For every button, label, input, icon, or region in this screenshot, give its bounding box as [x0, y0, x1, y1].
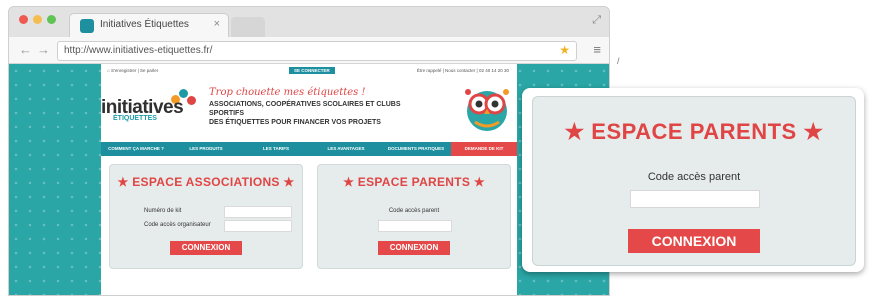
contact-links[interactable]: Être rappelé | Nous contacter | 02 40 14…: [417, 68, 509, 73]
browser-toolbar: ← → http://www.initiatives-etiquettes.fr…: [9, 37, 609, 64]
menu-icon[interactable]: ≡: [593, 42, 601, 57]
site-page: ⌂ S'enregistrer | Se parler SE CONNECTER…: [101, 64, 517, 295]
site-nav: COMMENT ÇA MARCHE ? LES PRODUITS LES TAR…: [101, 142, 517, 156]
organizer-code-input[interactable]: [224, 220, 292, 232]
nav-products[interactable]: LES PRODUITS: [171, 142, 241, 156]
page-viewport: ⌂ S'enregistrer | Se parler SE CONNECTER…: [9, 64, 609, 295]
callout-code-label: Code accès parent: [647, 171, 741, 183]
tagline: Trop chouette mes étiquettes !: [209, 87, 366, 98]
headline-line-2: DES ÉTIQUETTES POUR FINANCER VOS PROJETS: [209, 119, 381, 126]
kit-number-input[interactable]: [224, 206, 292, 218]
close-window-button[interactable]: [19, 15, 28, 24]
fullscreen-icon[interactable]: ⤢: [592, 14, 601, 27]
parents-panel: ★ ESPACE PARENTS ★ Code accès parent CON…: [317, 164, 511, 269]
nav-how-it-works[interactable]: COMMENT ÇA MARCHE ?: [101, 142, 171, 156]
parents-title: ★ ESPACE PARENTS ★: [343, 175, 485, 189]
associations-title: ★ ESPACE ASSOCIATIONS ★: [117, 175, 295, 189]
associations-panel: ★ ESPACE ASSOCIATIONS ★ Numéro de kit Co…: [109, 164, 303, 269]
associations-connect-button[interactable]: CONNEXION: [170, 241, 242, 255]
headline-line-1: ASSOCIATIONS, COOPÉRATIVES SCOLAIRES ET …: [209, 101, 401, 117]
bookmark-star-icon[interactable]: ★: [559, 43, 570, 57]
login-button[interactable]: SE CONNECTER: [289, 67, 335, 74]
account-links[interactable]: ⌂ S'enregistrer | Se parler: [107, 68, 158, 73]
back-arrow-icon[interactable]: ←: [19, 42, 32, 57]
address-bar[interactable]: http://www.initiatives-etiquettes.fr/ ★: [57, 41, 577, 61]
parents-callout: ★ ESPACE PARENTS ★ Code accès parent CON…: [522, 88, 864, 272]
minimize-window-button[interactable]: [33, 15, 42, 24]
nav-advantages[interactable]: LES AVANTAGES: [311, 142, 381, 156]
headline: ASSOCIATIONS, COOPÉRATIVES SCOLAIRES ET …: [209, 100, 409, 127]
callout-code-input[interactable]: [630, 190, 760, 208]
url-text[interactable]: http://www.initiatives-etiquettes.fr/: [64, 45, 212, 56]
divider-mark: /: [617, 56, 620, 66]
organizer-code-label: Code accès organisateur: [144, 222, 211, 228]
kit-number-label: Numéro de kit: [144, 208, 182, 214]
browser-window: Initiatives Étiquettes × ⤢ ← → http://ww…: [8, 6, 610, 296]
site-favicon-icon: [80, 19, 94, 33]
parents-connect-button[interactable]: CONNEXION: [378, 241, 450, 255]
owl-mascot-icon: [465, 89, 509, 131]
new-tab-button[interactable]: [231, 17, 265, 37]
tab-close-icon[interactable]: ×: [214, 18, 220, 30]
callout-panel: ★ ESPACE PARENTS ★ Code accès parent CON…: [532, 96, 856, 266]
parent-code-label: Code accès parent: [388, 208, 440, 214]
browser-tab[interactable]: Initiatives Étiquettes ×: [69, 13, 229, 38]
site-logo-subtitle: ÉTIQUETTES: [113, 115, 157, 122]
nav-prices[interactable]: LES TARIFS: [241, 142, 311, 156]
nav-documents[interactable]: DOCUMENTS PRATIQUES: [381, 142, 451, 156]
tab-title: Initiatives Étiquettes: [100, 19, 189, 30]
parent-code-input[interactable]: [378, 220, 452, 232]
callout-title: ★ ESPACE PARENTS ★: [564, 119, 824, 144]
title-bar: Initiatives Étiquettes × ⤢: [9, 7, 609, 38]
forward-arrow-icon[interactable]: →: [37, 42, 50, 57]
maximize-window-button[interactable]: [47, 15, 56, 24]
callout-connect-button[interactable]: CONNEXION: [628, 229, 760, 253]
nav-request-kit[interactable]: DEMANDE DE KIT: [451, 142, 517, 156]
